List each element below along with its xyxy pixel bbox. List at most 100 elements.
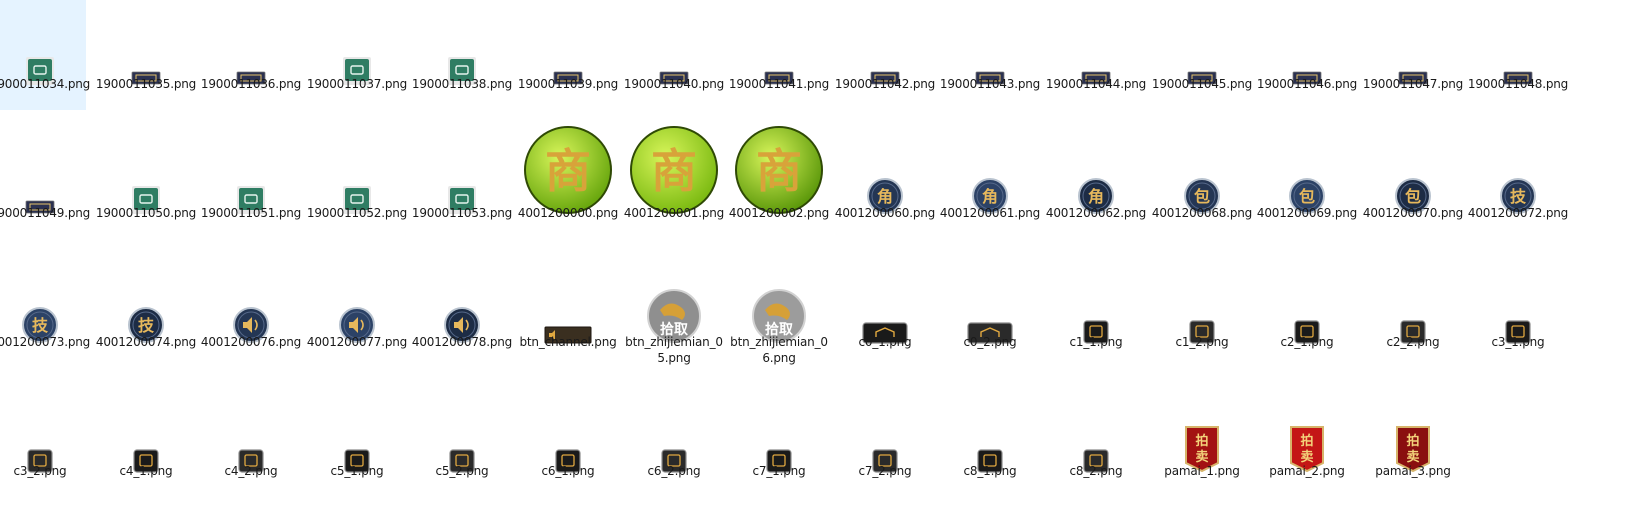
file-tile[interactable]: 1900011034.png <box>0 0 90 110</box>
svg-text:角: 角 <box>1088 187 1104 206</box>
file-tile[interactable]: 1900011046.png <box>1257 0 1357 110</box>
file-tile[interactable]: 1900011035.png <box>96 0 196 110</box>
file-tile[interactable]: c5_2.png <box>416 387 508 497</box>
file-tile[interactable]: 1900011036.png <box>201 0 301 110</box>
file-tile[interactable]: c7_2.png <box>839 387 931 497</box>
file-name-label: c8_2.png <box>1069 464 1123 478</box>
file-tile[interactable]: 1900011040.png <box>624 0 724 110</box>
file-tile[interactable]: 1900011047.png <box>1363 0 1463 110</box>
svg-text:角: 角 <box>877 187 893 206</box>
file-tile[interactable]: 1900011037.png <box>307 0 407 110</box>
file-name-label: 4001200072.png <box>1467 206 1569 220</box>
file-name-label: 1900011042.png <box>834 77 936 91</box>
file-name-label: 1900011050.png <box>95 206 197 220</box>
file-name-label: c2_2.png <box>1386 335 1440 349</box>
file-tile[interactable]: c3_1.png <box>1472 258 1564 368</box>
file-tile[interactable]: 4001200078.png <box>412 258 512 368</box>
file-tile[interactable]: 4001200077.png <box>307 258 407 368</box>
svg-text:商: 商 <box>545 144 591 198</box>
file-tile[interactable]: 技 4001200072.png <box>1468 129 1568 239</box>
file-tile[interactable]: 商 4001200002.png <box>729 126 829 239</box>
file-tile[interactable]: 1900011053.png <box>412 129 512 239</box>
file-name-label: c4_1.png <box>119 464 173 478</box>
file-tile[interactable]: 4001200076.png <box>201 258 301 368</box>
svg-text:角: 角 <box>982 187 998 206</box>
svg-text:拍: 拍 <box>1195 433 1208 449</box>
file-tile[interactable]: 拍卖 pamai_1.png <box>1156 387 1248 497</box>
file-name-label: 4001200061.png <box>939 206 1041 220</box>
file-tile[interactable]: 1900011043.png <box>940 0 1040 110</box>
svg-text:包: 包 <box>1405 187 1421 206</box>
file-name-label: pamai_1.png <box>1164 464 1240 478</box>
file-name-label: c1_1.png <box>1069 335 1123 349</box>
file-name-label: 1900011037.png <box>306 77 408 91</box>
file-tile[interactable]: 1900011050.png <box>96 129 196 239</box>
file-tile[interactable]: 1900011045.png <box>1152 0 1252 110</box>
file-name-label: c7_2.png <box>858 464 912 478</box>
file-tile[interactable]: c6_1.png <box>522 387 614 497</box>
file-tile[interactable]: 商 4001200001.png <box>624 126 724 239</box>
file-name-label: btn_channel.png <box>519 335 617 349</box>
svg-text:技: 技 <box>138 316 155 335</box>
svg-text:商: 商 <box>756 144 802 198</box>
file-tile[interactable]: btn_channel.png <box>519 258 617 368</box>
file-tile[interactable]: c1_1.png <box>1050 258 1142 368</box>
file-tile[interactable]: c5_1.png <box>311 387 403 497</box>
file-grid: 1900011034.png 1900011035.png 1900011036.p… <box>0 0 1649 506</box>
file-tile[interactable]: 1900011049.png <box>0 129 90 239</box>
file-name-label: 1900011041.png <box>728 77 830 91</box>
file-tile[interactable]: 1900011039.png <box>518 0 618 110</box>
file-tile[interactable]: c3_2.png <box>0 387 86 497</box>
file-name-label: 4001200001.png <box>623 206 725 220</box>
file-tile[interactable]: 角 4001200060.png <box>835 129 935 239</box>
file-name-label: pamai_2.png <box>1269 464 1345 478</box>
file-tile[interactable]: c7_1.png <box>733 387 825 497</box>
file-tile[interactable]: c4_1.png <box>100 387 192 497</box>
file-tile[interactable]: c0_2.png <box>944 258 1036 368</box>
file-name-label: c2_1.png <box>1280 335 1334 349</box>
file-tile[interactable]: c6_2.png <box>628 387 720 497</box>
file-name-label: 4001200078.png <box>411 335 513 349</box>
file-tile[interactable]: 包 4001200070.png <box>1363 129 1463 239</box>
file-tile[interactable]: 拾取 btn_zhijiemian_06.png <box>730 258 828 368</box>
file-tile[interactable]: c2_2.png <box>1367 258 1459 368</box>
file-tile[interactable]: 角 4001200061.png <box>940 129 1040 239</box>
svg-text:拍: 拍 <box>1300 433 1313 449</box>
file-name-label: c0_1.png <box>858 335 912 349</box>
file-name-label: 4001200002.png <box>728 206 830 220</box>
file-name-label: 4001200076.png <box>200 335 302 349</box>
file-tile[interactable]: 包 4001200068.png <box>1152 129 1252 239</box>
file-name-label: 1900011044.png <box>1045 77 1147 91</box>
file-tile[interactable]: 拍卖 pamai_3.png <box>1367 387 1459 497</box>
file-tile[interactable]: c0_1.png <box>839 258 931 368</box>
file-tile[interactable]: c2_1.png <box>1261 258 1353 368</box>
file-tile[interactable]: 1900011051.png <box>201 129 301 239</box>
file-tile[interactable]: c8_2.png <box>1050 387 1142 497</box>
file-name-label: 1900011051.png <box>200 206 302 220</box>
file-tile[interactable]: c1_2.png <box>1156 258 1248 368</box>
file-tile[interactable]: 技4001200073.png <box>0 258 90 368</box>
file-tile[interactable]: 1900011048.png <box>1468 0 1568 110</box>
file-name-label: 1900011048.png <box>1467 77 1569 91</box>
file-tile[interactable]: 1900011052.png <box>307 129 407 239</box>
file-tile[interactable]: c4_2.png <box>205 387 297 497</box>
file-tile[interactable]: 技 4001200074.png <box>96 258 196 368</box>
file-tile[interactable]: c8_1.png <box>944 387 1036 497</box>
file-tile[interactable]: 商 4001200000.png <box>518 126 618 239</box>
file-tile[interactable]: 角 4001200062.png <box>1046 129 1146 239</box>
file-tile[interactable]: 拍卖 pamai_2.png <box>1261 387 1353 497</box>
file-tile[interactable]: 1900011044.png <box>1046 0 1146 110</box>
file-tile[interactable]: 1900011042.png <box>835 0 935 110</box>
file-name-label: 4001200060.png <box>834 206 936 220</box>
file-name-label: 1900011034.png <box>0 77 91 91</box>
file-tile[interactable]: 1900011038.png <box>412 0 512 110</box>
file-name-label: 4001200062.png <box>1045 206 1147 220</box>
svg-text:技: 技 <box>1510 187 1527 206</box>
file-name-label: 1900011036.png <box>200 77 302 91</box>
file-tile[interactable]: 包 4001200069.png <box>1257 129 1357 239</box>
file-name-label: c7_1.png <box>752 464 806 478</box>
file-name-label: 4001200073.png <box>0 335 91 349</box>
file-tile[interactable]: 拾取 btn_zhijiemian_05.png <box>625 258 723 368</box>
file-tile[interactable]: 1900011041.png <box>729 0 829 110</box>
file-name-label: 4001200074.png <box>95 335 197 349</box>
